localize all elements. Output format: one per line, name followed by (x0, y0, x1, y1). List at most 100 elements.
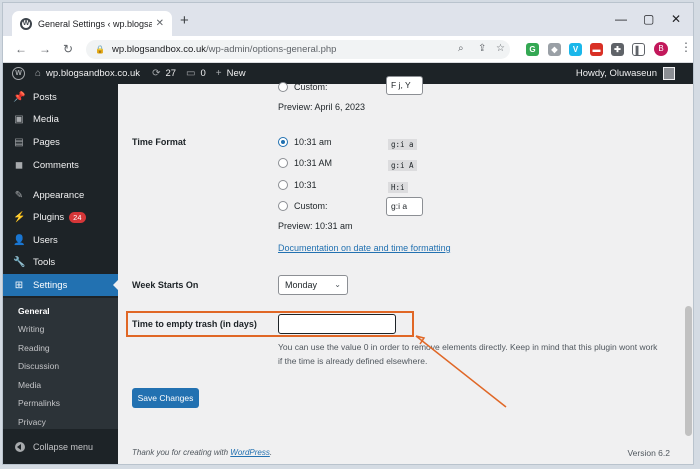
date-format-custom-input[interactable]: F j, Y (386, 76, 423, 95)
footer-thanks: Thank you for creating with WordPress. (132, 448, 272, 457)
sidebar-item-media[interactable]: ▣ Media (3, 108, 118, 130)
time-format-option[interactable]: 10:31 (278, 180, 317, 190)
wordpress-favicon-icon: W (20, 18, 32, 30)
sidebar-item-appearance[interactable]: ✎ Appearance (3, 184, 118, 206)
radio-button[interactable] (278, 158, 288, 168)
user-avatar (663, 67, 675, 80)
admin-bar-comments[interactable]: ▭ 0 (186, 68, 206, 79)
vimeo-extension-icon[interactable]: V (569, 43, 582, 56)
sidebar-item-posts[interactable]: 📌 Posts (3, 86, 118, 108)
radio-label: 10:31 (294, 180, 317, 190)
trash-days-input[interactable] (278, 314, 396, 334)
format-code: H:i (388, 182, 408, 193)
radio-button[interactable] (278, 137, 288, 147)
format-code: g:i a (388, 139, 417, 150)
sidebar-item-tools[interactable]: 🔧 Tools (3, 251, 118, 273)
browser-tab[interactable]: W General Settings ‹ wp.blogsandbo ✕ (12, 11, 172, 36)
week-starts-label: Week Starts On (132, 280, 198, 290)
time-format-custom-option[interactable]: Custom: (278, 201, 328, 211)
sidebar-item-label: Tools (33, 257, 55, 268)
trash-days-label: Time to empty trash (in days) (132, 319, 257, 329)
comments-icon: ◼ (13, 160, 25, 171)
time-format-option[interactable]: 10:31 AM (278, 158, 332, 168)
address-bar-row: ← → ↻ 🔒 wp.blogsandbox.co.uk/wp-admin/op… (3, 36, 693, 63)
collapse-arrow-icon (15, 442, 25, 452)
collapse-menu-button[interactable]: Collapse menu (15, 442, 93, 452)
week-starts-select[interactable]: Monday ⌄ (278, 275, 348, 295)
users-icon: 👤 (13, 235, 25, 246)
wordpress-link[interactable]: WordPress (230, 448, 270, 457)
radio-button[interactable] (278, 180, 288, 190)
tab-strip: W General Settings ‹ wp.blogsandbo ✕ + —… (3, 3, 693, 36)
sidepanel-icon[interactable]: ▌ (632, 43, 645, 56)
wp-admin-bar: W ⌂ wp.blogsandbox.co.uk ⟳ 27 ▭ 0 + New … (3, 63, 693, 84)
radio-button[interactable] (278, 201, 288, 211)
radio-label: 10:31 am (294, 137, 332, 147)
sidebar-item-label: Posts (33, 92, 57, 103)
admin-bar-account[interactable]: Howdy, Oluwaseun (576, 67, 675, 80)
time-format-custom-input[interactable]: g:i a (386, 197, 423, 216)
plugin-update-badge: 24 (69, 212, 85, 223)
footer-thanks-prefix: Thank you for creating with (132, 448, 230, 457)
shield-extension-icon[interactable]: ◆ (548, 43, 561, 56)
settings-submenu: General Writing Reading Discussion Media… (3, 298, 118, 429)
sidebar-item-users[interactable]: 👤 Users (3, 229, 118, 251)
grammarly-extension-icon[interactable]: G (526, 43, 539, 56)
share-icon[interactable]: ⇪ (478, 43, 486, 54)
settings-icon: ⊞ (13, 280, 25, 291)
sidebar-item-settings[interactable]: ⊞ Settings (3, 274, 118, 296)
submenu-item-discussion[interactable]: Discussion (18, 361, 59, 371)
pin-icon: 📌 (13, 92, 25, 103)
radio-label: Custom: (294, 201, 328, 211)
comment-bubble-icon: ▭ (186, 68, 195, 79)
submenu-item-writing[interactable]: Writing (18, 324, 44, 334)
submenu-item-reading[interactable]: Reading (18, 343, 50, 353)
minimize-button[interactable]: — (615, 12, 627, 26)
chrome-menu-icon[interactable]: ⋮ (680, 40, 692, 54)
forward-icon[interactable]: → (39, 41, 51, 57)
submenu-item-permalinks[interactable]: Permalinks (18, 398, 60, 408)
close-tab-icon[interactable]: ✕ (156, 18, 164, 29)
tab-title: General Settings ‹ wp.blogsandbo (38, 19, 152, 29)
radio-button[interactable] (278, 82, 288, 92)
date-format-custom-option[interactable]: Custom: (278, 82, 328, 92)
lock-icon: 🔒 (95, 45, 105, 54)
plus-icon: + (216, 68, 222, 79)
new-tab-button[interactable]: + (180, 13, 189, 29)
maximize-button[interactable]: ▢ (643, 12, 654, 26)
date-time-docs-link[interactable]: Documentation on date and time formattin… (278, 243, 451, 253)
sidebar-item-label: Media (33, 114, 59, 125)
pages-icon: ▤ (13, 137, 25, 148)
sidebar-item-plugins[interactable]: ⚡ Plugins 24 (3, 206, 118, 228)
radio-label: 10:31 AM (294, 158, 332, 168)
plugin-icon: ⚡ (13, 212, 25, 223)
red-extension-icon[interactable]: ▬ (590, 43, 603, 56)
reload-icon[interactable]: ↻ (63, 41, 73, 57)
bookmark-star-icon[interactable]: ☆ (496, 43, 505, 54)
wordpress-logo-icon[interactable]: W (12, 67, 25, 80)
page-scrollbar[interactable] (684, 84, 693, 465)
submenu-item-general[interactable]: General (18, 306, 50, 316)
footer-thanks-suffix: . (270, 448, 272, 457)
admin-bar-new[interactable]: + New (216, 68, 246, 79)
site-name: wp.blogsandbox.co.uk (46, 68, 140, 79)
collapse-label: Collapse menu (33, 442, 93, 452)
sidebar-item-pages[interactable]: ▤ Pages (3, 131, 118, 153)
zoom-icon[interactable]: ⌕ (458, 43, 464, 54)
url-input[interactable]: 🔒 wp.blogsandbox.co.uk/wp-admin/options-… (86, 40, 510, 59)
back-icon[interactable]: ← (15, 41, 27, 57)
close-window-button[interactable]: ✕ (671, 12, 681, 26)
updates-count: 27 (165, 68, 176, 79)
profile-avatar[interactable]: B (654, 42, 668, 56)
sidebar-item-label: Comments (33, 160, 79, 171)
scrollbar-thumb[interactable] (685, 306, 692, 436)
submenu-item-privacy[interactable]: Privacy (18, 417, 46, 427)
sidebar-item-comments[interactable]: ◼ Comments (3, 154, 118, 176)
admin-bar-updates[interactable]: ⟳ 27 (152, 68, 176, 79)
submenu-item-media[interactable]: Media (18, 380, 41, 390)
time-format-option[interactable]: 10:31 am (278, 137, 332, 147)
save-changes-button[interactable]: Save Changes (132, 388, 199, 408)
admin-bar-site[interactable]: ⌂ wp.blogsandbox.co.uk (35, 68, 140, 79)
url-path: /wp-admin/options-general.php (206, 44, 336, 55)
extensions-puzzle-icon[interactable]: ✚ (611, 43, 624, 56)
